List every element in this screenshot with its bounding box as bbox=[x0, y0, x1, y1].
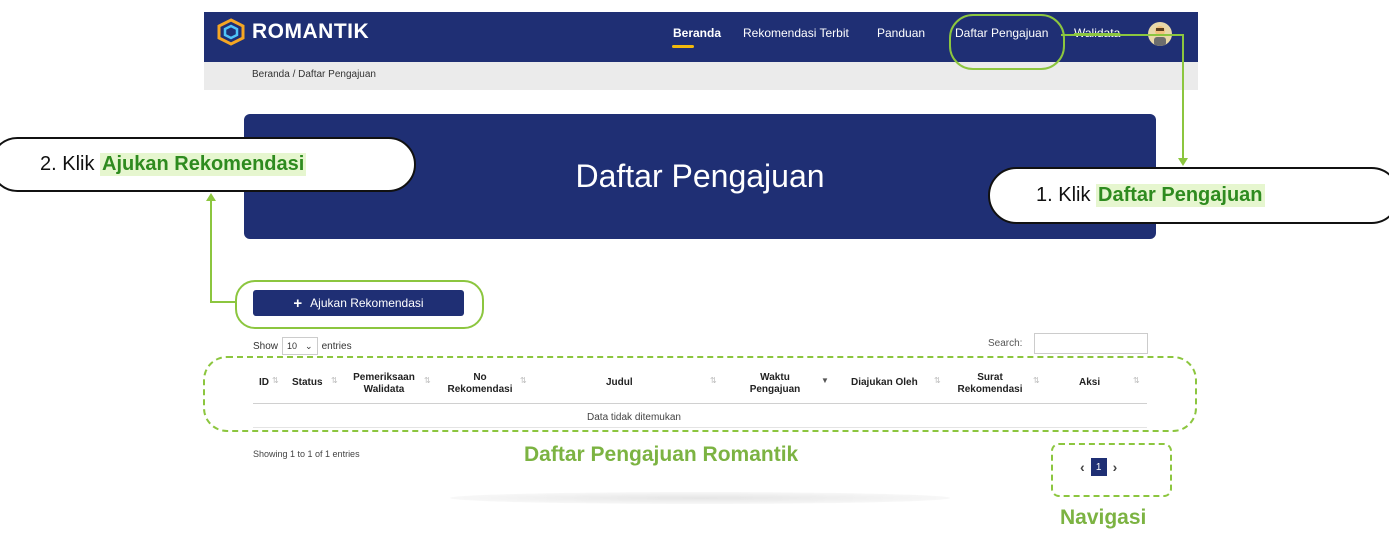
callout-step-2: 2. Klik Ajukan Rekomendasi bbox=[0, 137, 416, 192]
callout-step-1: 1. Klik Daftar Pengajuan bbox=[988, 167, 1389, 224]
arrowhead-down-icon bbox=[1178, 158, 1188, 166]
navigation-caption-label: Navigasi bbox=[1060, 506, 1147, 529]
callout-step-2-prefix: 2. Klik bbox=[40, 153, 101, 175]
callout-step-1-highlight: Daftar Pengajuan bbox=[1096, 184, 1265, 207]
connector-arrow-step1 bbox=[1061, 34, 1184, 161]
arrowhead-up-icon bbox=[206, 193, 216, 201]
table-caption-label: Daftar Pengajuan Romantik bbox=[524, 443, 799, 466]
connector-arrow-step2 bbox=[210, 198, 235, 303]
callout-step-1-prefix: 1. Klik bbox=[1036, 184, 1097, 206]
callout-step-2-highlight: Ajukan Rekomendasi bbox=[100, 153, 307, 176]
